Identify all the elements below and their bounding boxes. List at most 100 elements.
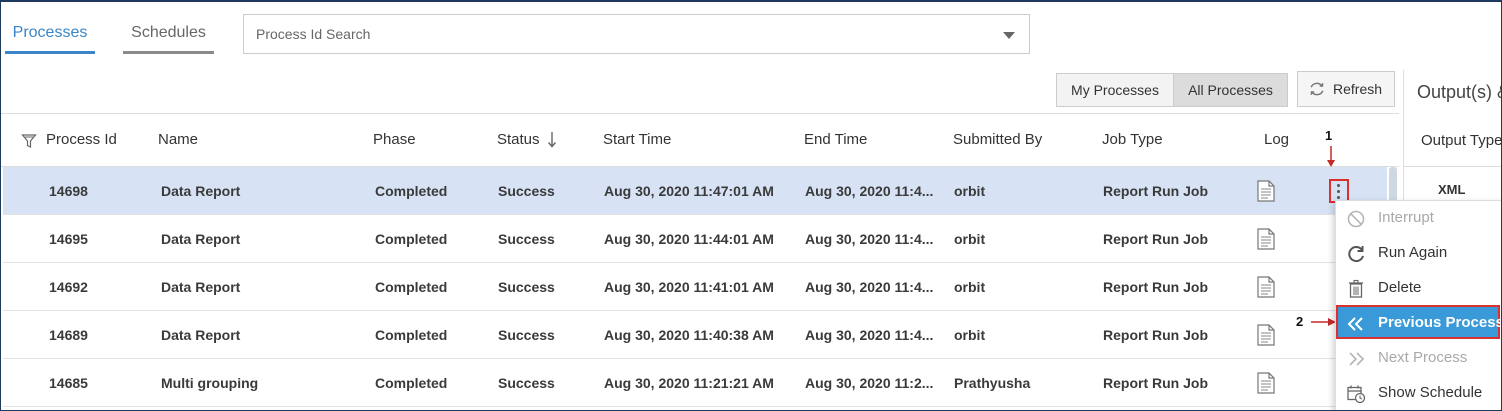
menu-item-label: Next Process <box>1378 349 1468 366</box>
annotation-step-1: 1 <box>1325 128 1333 143</box>
cell-end-time: Aug 30, 2020 11:4... <box>805 279 934 295</box>
cell-submitted-by: Prathyusha <box>954 375 1031 391</box>
refresh-icon <box>1310 82 1324 96</box>
sort-down-icon[interactable] <box>547 131 557 148</box>
search-placeholder: Process Id Search <box>256 26 371 42</box>
cell-job-type: Report Run Job <box>1103 279 1208 295</box>
cell-submitted-by: orbit <box>954 327 986 343</box>
column-header-process-id[interactable]: Process Id <box>46 131 117 148</box>
column-header-start-time[interactable]: Start Time <box>603 131 671 148</box>
cell-name: Data Report <box>161 183 241 199</box>
cell-job-type: Report Run Job <box>1103 183 1208 199</box>
column-header-phase[interactable]: Phase <box>373 131 416 148</box>
cell-start-time: Aug 30, 2020 11:40:38 AM <box>604 327 774 343</box>
menu-item-run-again[interactable]: Run Again <box>1336 236 1501 270</box>
annotation-arrow-right-icon <box>1311 318 1336 326</box>
cell-start-time: Aug 30, 2020 11:41:01 AM <box>604 279 774 295</box>
cell-name: Data Report <box>161 327 241 343</box>
table-row[interactable]: 14689 Data Report Completed Success Aug 30, … <box>3 311 1387 359</box>
cell-submitted-by: orbit <box>954 231 986 247</box>
prohibited-icon <box>1347 210 1365 228</box>
menu-item-label: Delete <box>1378 279 1422 296</box>
menu-item-label: Previous Process <box>1378 314 1502 331</box>
cell-phase: Completed <box>375 231 448 247</box>
refresh-label: Refresh <box>1333 81 1383 97</box>
refresh-button[interactable]: Refresh <box>1297 71 1395 107</box>
cell-end-time: Aug 30, 2020 11:4... <box>805 327 934 343</box>
trash-icon <box>1349 279 1363 298</box>
cell-end-time: Aug 30, 2020 11:4... <box>805 183 934 199</box>
cell-status: Success <box>498 183 555 199</box>
cell-start-time: Aug 30, 2020 11:21:21 AM <box>604 375 774 391</box>
cell-end-time: Aug 30, 2020 11:4... <box>805 231 934 247</box>
cell-status: Success <box>498 279 555 295</box>
app-frame: Processes Schedules Process Id Search My… <box>0 0 1502 411</box>
cell-job-type: Report Run Job <box>1103 231 1208 247</box>
filter-icon[interactable] <box>21 133 37 149</box>
output-panel-title: Output(s) & <box>1417 82 1502 102</box>
tab-processes[interactable]: Processes <box>5 20 95 54</box>
cell-start-time: Aug 30, 2020 11:47:01 AM <box>604 183 774 199</box>
column-header-job-type[interactable]: Job Type <box>1102 131 1163 148</box>
rerun-icon <box>1348 246 1364 263</box>
cell-phase: Completed <box>375 327 448 343</box>
cell-job-type: Report Run Job <box>1103 375 1208 391</box>
cell-submitted-by: orbit <box>954 183 986 199</box>
cell-process-id: 14685 <box>49 375 88 391</box>
cell-name: Data Report <box>161 279 241 295</box>
cell-job-type: Report Run Job <box>1103 327 1208 343</box>
menu-item-interrupt[interactable]: Interrupt <box>1336 201 1501 235</box>
cell-status: Success <box>498 327 555 343</box>
log-document-icon[interactable] <box>1257 180 1275 202</box>
annotation-arrow-down-icon <box>1327 146 1335 167</box>
cell-process-id: 14689 <box>49 327 88 343</box>
cell-phase: Completed <box>375 183 448 199</box>
output-divider <box>1404 166 1501 167</box>
column-header-status[interactable]: Status <box>497 131 540 148</box>
menu-item-label: Interrupt <box>1378 209 1434 226</box>
menu-item-show-schedule[interactable]: Show Schedule <box>1336 376 1501 410</box>
log-document-icon[interactable] <box>1257 372 1275 394</box>
table-row[interactable]: 14698 Data Report Completed Success Aug 30, … <box>3 167 1387 215</box>
tab-schedules[interactable]: Schedules <box>123 20 214 54</box>
output-type-header: Output Type <box>1421 132 1502 149</box>
table-row[interactable]: 14695 Data Report Completed Success Aug 30, … <box>3 215 1387 263</box>
calendar-clock-icon <box>1347 385 1366 404</box>
log-document-icon[interactable] <box>1257 276 1275 298</box>
cell-name: Data Report <box>161 231 241 247</box>
cell-process-id: 14695 <box>49 231 88 247</box>
header-divider <box>1 113 1399 114</box>
cell-name: Multi grouping <box>161 375 259 391</box>
menu-item-label: Show Schedule <box>1378 384 1483 401</box>
cell-phase: Completed <box>375 375 448 391</box>
menu-item-delete[interactable]: Delete <box>1336 271 1501 305</box>
column-header-end-time[interactable]: End Time <box>804 131 867 148</box>
double-chevron-right-icon <box>1349 352 1365 366</box>
cell-end-time: Aug 30, 2020 11:2... <box>805 375 934 391</box>
cell-phase: Completed <box>375 279 448 295</box>
cell-status: Success <box>498 231 555 247</box>
cell-submitted-by: orbit <box>954 279 986 295</box>
log-document-icon[interactable] <box>1257 324 1275 346</box>
output-type-value: XML <box>1438 182 1466 197</box>
menu-item-label: Run Again <box>1378 244 1448 261</box>
table-row[interactable]: 14685 Multi grouping Completed Success Aug 3… <box>3 359 1387 407</box>
column-header-name[interactable]: Name <box>158 131 198 148</box>
menu-item-next-process[interactable]: Next Process <box>1336 341 1501 375</box>
all-processes-button[interactable]: All Processes <box>1173 73 1288 107</box>
row-actions-menu: Interrupt Run Again Delete Previous Proc… <box>1335 200 1502 410</box>
annotation-step-2: 2 <box>1296 314 1304 329</box>
caret-down-icon[interactable] <box>1003 32 1015 39</box>
cell-start-time: Aug 30, 2020 11:44:01 AM <box>604 231 774 247</box>
column-header-log: Log <box>1264 131 1290 148</box>
double-chevron-left-icon <box>1347 317 1363 331</box>
column-header-submitted-by[interactable]: Submitted By <box>953 131 1042 148</box>
cell-status: Success <box>498 375 555 391</box>
cell-process-id: 14692 <box>49 279 88 295</box>
cell-process-id: 14698 <box>49 183 88 199</box>
process-id-search[interactable]: Process Id Search <box>243 14 1030 54</box>
menu-item-previous-process[interactable]: Previous Process <box>1336 305 1502 339</box>
table-row[interactable]: 14692 Data Report Completed Success Aug 30, … <box>3 263 1387 311</box>
my-processes-button[interactable]: My Processes <box>1056 73 1174 107</box>
log-document-icon[interactable] <box>1257 228 1275 250</box>
